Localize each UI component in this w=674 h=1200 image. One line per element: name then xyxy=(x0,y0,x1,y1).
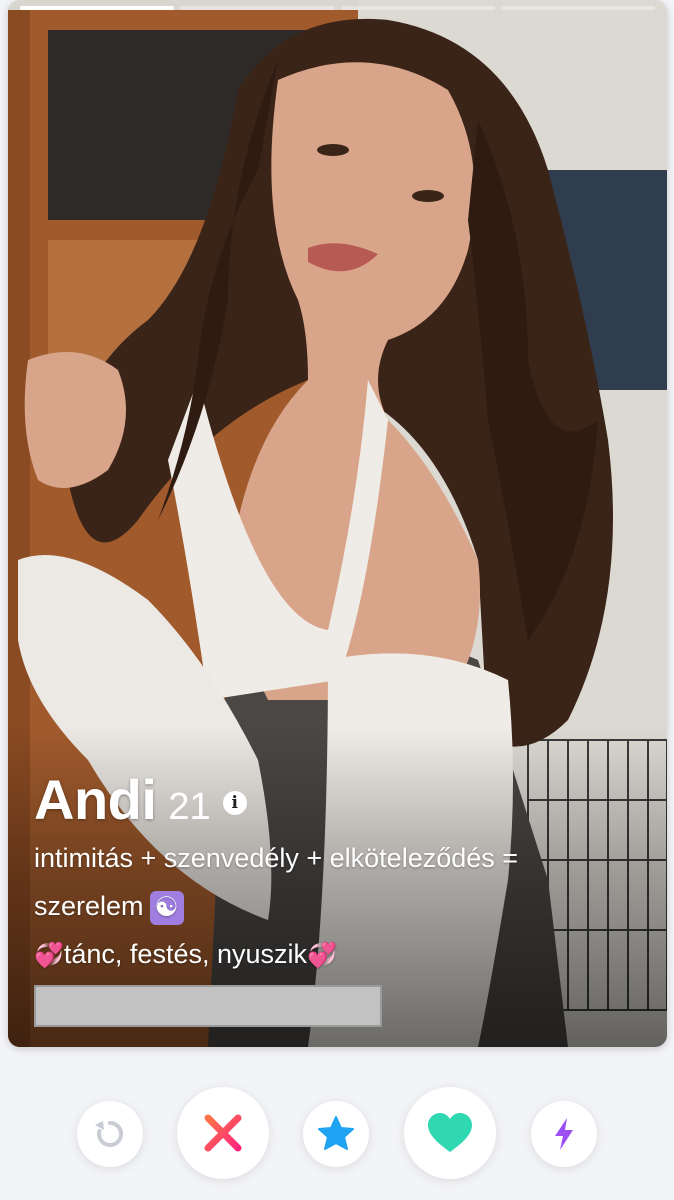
rewind-icon xyxy=(95,1120,124,1147)
photo-indicator-active xyxy=(20,6,175,10)
nope-button[interactable] xyxy=(177,1087,269,1179)
photo-pager xyxy=(20,6,655,10)
close-icon xyxy=(204,1114,242,1152)
boost-button[interactable] xyxy=(531,1101,597,1167)
rewind-button[interactable] xyxy=(77,1101,143,1167)
superlike-button[interactable] xyxy=(303,1101,369,1167)
profile-age: 21 xyxy=(168,786,211,828)
profile-card[interactable]: Andi 21 i intimitás + szenvedély + elköt… xyxy=(8,0,667,1047)
bio-text: tánc, festés, nyuszik xyxy=(63,939,307,969)
yin-yang-icon: ☯ xyxy=(149,890,184,925)
action-bar xyxy=(0,1086,674,1186)
info-icon[interactable]: i xyxy=(222,791,247,815)
like-button[interactable] xyxy=(404,1087,496,1179)
bio-line: szerelem ☯ xyxy=(34,882,627,930)
photo-indicator xyxy=(180,6,335,10)
redacted-box xyxy=(34,985,382,1027)
photo-indicator xyxy=(340,6,495,10)
heart-icon xyxy=(428,1113,472,1152)
bio-line: 💞tánc, festés, nyuszik💞 xyxy=(34,930,627,979)
profile-bio: intimitás + szenvedély + elköteleződés =… xyxy=(34,834,627,979)
lightning-icon xyxy=(555,1118,573,1150)
profile-info: Andi 21 i intimitás + szenvedély + elköt… xyxy=(34,768,627,1027)
bio-text: szerelem xyxy=(34,891,144,921)
star-icon xyxy=(318,1116,354,1150)
hearts-icon: 💞 xyxy=(34,941,64,969)
profile-name: Andi xyxy=(34,768,157,831)
photo-indicator xyxy=(500,6,655,10)
bio-line: intimitás + szenvedély + elköteleződés = xyxy=(34,843,519,873)
hearts-icon: 💞 xyxy=(307,941,337,969)
name-row: Andi 21 i xyxy=(34,768,627,832)
